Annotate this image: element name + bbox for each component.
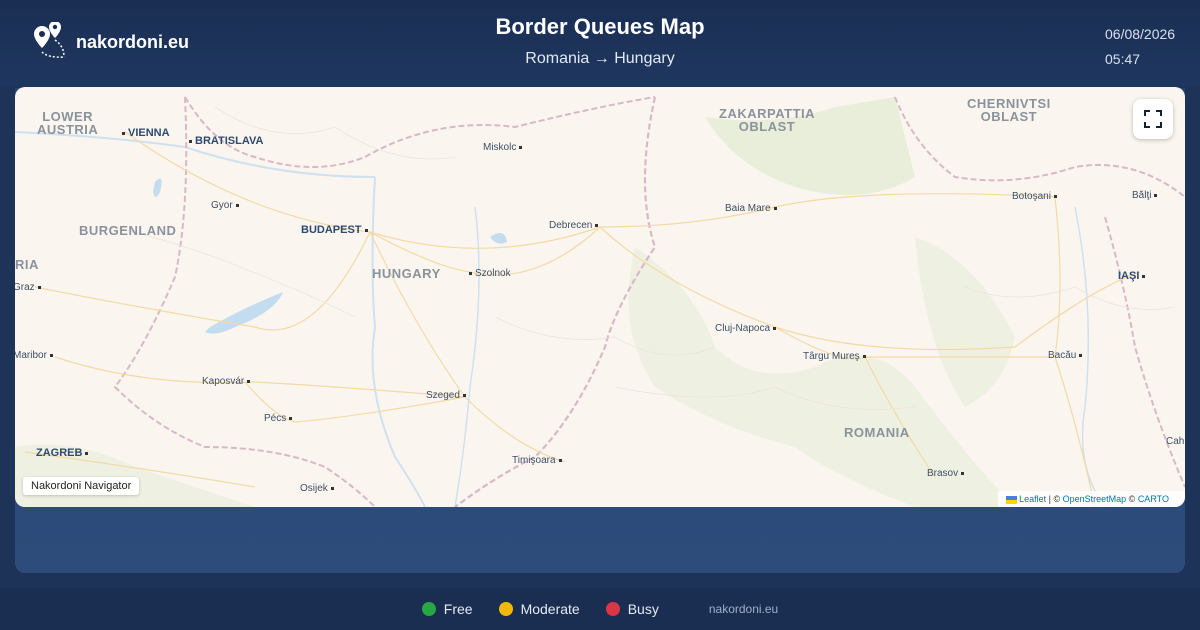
region-label-lower-austria: LOWER AUSTRIA [37, 109, 99, 137]
city-label-bacau: Bacău [1048, 350, 1085, 361]
date-text: 06/08/2026 [1105, 26, 1176, 42]
navigator-label: Nakordoni Navigator [23, 477, 140, 495]
legend-moderate: Moderate [498, 601, 580, 617]
city-label-botosani: Botoşani [1012, 191, 1060, 202]
ukraine-flag-icon [1005, 495, 1017, 504]
city-label-balti: Bălţi [1132, 190, 1160, 201]
city-label-targu-mures: Târgu Mureş [803, 351, 869, 362]
fullscreen-icon [1144, 110, 1162, 128]
page-title: Border Queues Map [495, 14, 705, 39]
header: nakordoni.eu Border Queues Map Romania →… [0, 0, 1200, 86]
city-label-iasi: IAŞI [1118, 270, 1148, 282]
city-label-szeged: Szeged [426, 390, 469, 401]
city-label-kaposvar: Kaposvár [202, 376, 253, 387]
city-label-vienna: VIENNA [119, 127, 170, 139]
legend-label-free: Free [443, 601, 473, 617]
time-text: 05:47 [1105, 51, 1141, 67]
datetime: 06/08/2026 05:47 [1105, 22, 1175, 72]
city-label-bratislava: BRATISLAVA [186, 135, 263, 147]
region-label-ria: RIA [15, 257, 39, 272]
city-label-osijek: Osijek [300, 483, 337, 494]
city-label-cah: Cah [1166, 436, 1185, 447]
map-base-layer [15, 96, 1185, 507]
legend-dot-moderate [498, 602, 513, 616]
legend-label-busy: Busy [627, 601, 659, 617]
attribution-sep-1: | © [1046, 494, 1063, 504]
region-label-chernivtsi: CHERNIVTSI OBLAST [967, 96, 1051, 124]
legend-free: Free [421, 601, 473, 617]
map-view[interactable]: LOWER AUSTRIA BURGENLAND HUNGARY ZAKARPAT… [15, 87, 1185, 507]
legend-label-moderate: Moderate [520, 601, 580, 617]
fullscreen-button[interactable] [1133, 99, 1173, 139]
map-attribution: Leaflet | © OpenStreetMap © CARTO [997, 491, 1185, 507]
city-label-gyor: Gyor [211, 200, 242, 211]
city-label-debrecen: Debrecen [549, 220, 601, 231]
legend-busy: Busy [605, 601, 659, 617]
leaflet-link[interactable]: Leaflet [1019, 494, 1046, 504]
city-label-pecs: Pécs [264, 413, 295, 424]
carto-link[interactable]: CARTO [1138, 494, 1169, 504]
region-label-hungary: HUNGARY [372, 266, 441, 281]
route-subtitle: Romania → Hungary [525, 50, 675, 67]
footer: Free Moderate Busy nakordoni.eu [0, 588, 1200, 630]
city-label-brasov: Brasov [927, 468, 967, 479]
city-label-graz: Graz [15, 282, 44, 293]
city-label-miskolc: Miskolc [483, 142, 525, 153]
city-label-budapest: BUDAPEST [301, 224, 371, 236]
title-block: Border Queues Map Romania → Hungary [0, 14, 1200, 68]
city-label-zagreb: ZAGREB [36, 447, 91, 459]
legend-dot-free [421, 602, 436, 616]
attribution-sep-2: © [1126, 494, 1138, 504]
city-label-szolnok: Szolnok [466, 268, 511, 279]
city-label-baia-mare: Baia Mare [725, 203, 780, 214]
city-label-cluj-napoca: Cluj-Napoca [715, 323, 779, 334]
footer-site-link[interactable]: nakordoni.eu [709, 602, 778, 616]
legend-dot-busy [605, 602, 620, 616]
region-label-zakarpattia: ZAKARPATTIA OBLAST [719, 106, 816, 134]
city-label-timisoara: Timişoara [512, 455, 565, 466]
osm-link[interactable]: OpenStreetMap [1063, 494, 1127, 504]
city-label-maribor: Maribor [15, 350, 56, 361]
region-label-romania: ROMANIA [844, 425, 910, 440]
region-label-burgenland: BURGENLAND [79, 223, 177, 238]
